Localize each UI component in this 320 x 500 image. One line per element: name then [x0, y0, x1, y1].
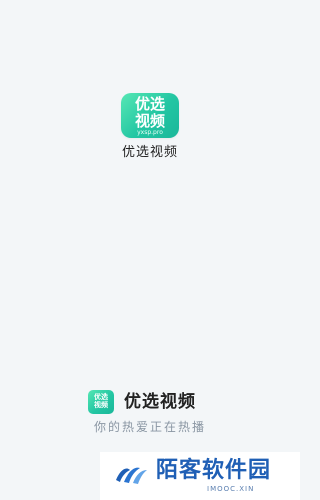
app-logo-text-line1: 优选: [134, 95, 165, 113]
watermark-subtext: IMOOC.XIN: [207, 485, 255, 493]
watermark-text: 陌客软件园: [156, 458, 272, 483]
bottom-logo-text-line2: 视频: [94, 401, 108, 409]
bottom-app-title: 优选视频: [124, 392, 196, 412]
app-logo: 优选 视频 yxsp.pro: [121, 93, 179, 138]
bottom-app-logo: 优选 视频: [88, 390, 114, 414]
app-logo-text-line2: 视频: [134, 112, 165, 130]
bottom-logo-text-line1: 优选: [94, 393, 108, 401]
watermark-logo-icon: [116, 467, 147, 484]
bottom-brand: 优选 视频 优选视频: [88, 389, 196, 415]
app-slogan: 你的热爱正在热播: [93, 420, 206, 434]
app-title: 优选视频: [121, 145, 178, 160]
watermark: 陌客软件园 IMOOC.XIN: [100, 452, 300, 500]
app-logo-domain: yxsp.pro: [137, 129, 163, 136]
